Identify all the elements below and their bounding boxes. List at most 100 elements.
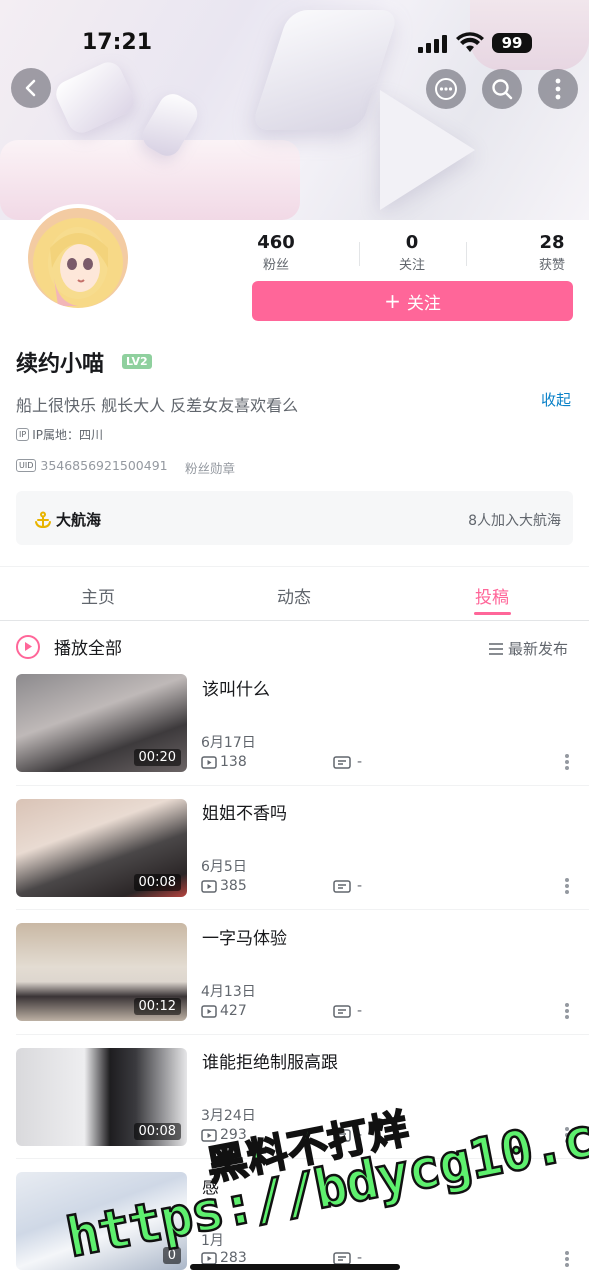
video-date: 6月17日 <box>201 735 256 751</box>
uid-value: 3546856921500491 <box>40 458 168 473</box>
video-duration: 00:20 <box>133 749 181 766</box>
collapse-link[interactable]: 收起 <box>541 389 571 410</box>
voyage-title: 大航海 <box>56 511 102 529</box>
video-title[interactable]: 该叫什么 <box>202 675 270 700</box>
video-duration: 00:12 <box>133 998 181 1015</box>
video-thumbnail[interactable]: 00:12 <box>16 923 187 1021</box>
sort-icon <box>489 642 503 655</box>
tab-dynamics[interactable]: 动态 <box>234 583 354 608</box>
video-comments: - <box>333 878 362 894</box>
banner-decoration <box>51 57 139 138</box>
video-plays: 385 <box>201 878 247 894</box>
back-icon <box>25 79 36 97</box>
comment-count: - <box>357 878 363 894</box>
battery-icon: 99 <box>492 33 532 53</box>
banner-decoration <box>0 140 300 220</box>
play-count: 138 <box>220 754 247 770</box>
play-count-icon <box>201 755 217 769</box>
wifi-icon <box>456 32 484 58</box>
uid: UID 3546856921500491 <box>16 458 168 473</box>
tab-home[interactable]: 主页 <box>38 583 158 608</box>
voyage-label-group: 大航海 <box>34 509 101 530</box>
more-vertical-icon[interactable] <box>560 1249 574 1269</box>
stat-following[interactable]: 0 关注 <box>376 232 448 273</box>
play-count-icon <box>201 1004 217 1018</box>
chat-button[interactable] <box>426 69 466 109</box>
stat-likes[interactable]: 28 获赞 <box>516 232 588 273</box>
tab-uploads[interactable]: 投稿 <box>432 583 552 608</box>
stat-value: 0 <box>405 232 419 253</box>
stat-label: 粉丝 <box>262 258 289 273</box>
chat-icon <box>435 78 457 100</box>
comment-icon <box>333 1004 351 1018</box>
signal-icon <box>418 35 448 57</box>
home-indicator <box>190 1264 400 1270</box>
sort-button[interactable]: 最新发布 <box>488 638 568 659</box>
divider <box>16 909 589 910</box>
video-title[interactable]: 一字马体验 <box>202 924 287 949</box>
stat-value: 28 <box>539 232 565 253</box>
video-thumbnail[interactable]: 00:08 <box>16 1048 187 1146</box>
sort-label: 最新发布 <box>508 640 569 658</box>
comment-count: - <box>357 754 363 770</box>
stat-divider <box>359 242 360 266</box>
video-thumbnail[interactable]: 00:20 <box>16 674 187 772</box>
video-duration: 00:08 <box>133 874 181 891</box>
comment-icon <box>333 755 351 769</box>
stat-followers[interactable]: 460 粉丝 <box>240 232 312 273</box>
ip-location: IP IP属地：四川 <box>16 426 103 443</box>
level-badge: LV2 <box>122 354 152 369</box>
more-icon <box>555 78 561 100</box>
play-all-button[interactable]: 播放全部 <box>16 634 122 659</box>
play-count: 385 <box>220 878 247 894</box>
divider <box>0 620 589 621</box>
search-button[interactable] <box>482 69 522 109</box>
video-comments: - <box>333 754 362 770</box>
fan-medal-link[interactable]: 粉丝勋章 <box>185 458 235 477</box>
video-date: 3月24日 <box>201 1108 256 1124</box>
stat-value: 460 <box>257 232 295 253</box>
comment-count: - <box>357 1003 363 1019</box>
more-vertical-icon[interactable] <box>560 876 574 896</box>
active-tab-indicator <box>474 612 511 615</box>
video-plays: 138 <box>201 754 247 770</box>
video-plays: 427 <box>201 1003 247 1019</box>
stat-label: 关注 <box>398 258 425 273</box>
uid-icon: UID <box>16 459 37 472</box>
user-bio: 船上很快乐 舰长大人 反差女友喜欢看么 <box>16 396 299 415</box>
divider <box>16 1034 589 1035</box>
user-name: 续约小喵 <box>16 352 105 377</box>
plus-icon: + <box>384 289 401 313</box>
divider <box>0 566 589 567</box>
banner-decoration <box>250 10 400 130</box>
more-button[interactable] <box>538 69 578 109</box>
search-icon <box>492 79 513 100</box>
follow-label: 关注 <box>406 293 441 314</box>
follow-button[interactable]: + 关注 <box>252 281 573 321</box>
stat-divider <box>466 242 467 266</box>
anchor-icon <box>35 511 51 528</box>
video-duration: 00:08 <box>133 1123 181 1140</box>
back-button[interactable] <box>11 68 51 108</box>
banner-decoration <box>380 90 475 210</box>
video-comments: - <box>333 1003 362 1019</box>
play-count: 427 <box>220 1003 247 1019</box>
ip-icon: IP <box>16 428 30 441</box>
avatar[interactable] <box>24 204 132 312</box>
video-title[interactable]: 姐姐不香吗 <box>202 799 287 824</box>
play-all-label: 播放全部 <box>54 639 122 659</box>
play-count-icon <box>201 879 217 893</box>
more-vertical-icon[interactable] <box>560 752 574 772</box>
play-circle-icon <box>16 634 40 659</box>
video-thumbnail[interactable]: 00:08 <box>16 799 187 897</box>
video-title[interactable]: 谁能拒绝制服高跟 <box>202 1048 338 1073</box>
comment-icon <box>333 1251 351 1265</box>
video-date: 4月13日 <box>201 984 256 1000</box>
video-date: 6月5日 <box>201 859 247 875</box>
stat-label: 获赞 <box>538 258 565 273</box>
more-vertical-icon[interactable] <box>560 1001 574 1021</box>
comment-icon <box>333 879 351 893</box>
divider <box>16 785 589 786</box>
status-time: 17:21 <box>82 30 153 55</box>
voyage-count: 8人加入大航海 <box>468 513 561 529</box>
